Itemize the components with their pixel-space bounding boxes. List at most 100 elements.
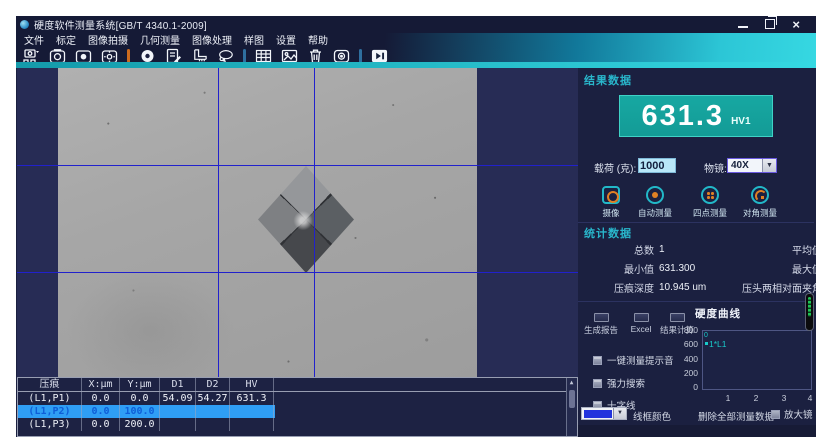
stat-label: 最小值 xyxy=(624,265,654,276)
menu-item-image-capture[interactable]: 图像拍摄 xyxy=(88,36,128,47)
magnifier-toggle[interactable]: 放大镜 xyxy=(771,407,813,421)
toolbar-separator xyxy=(127,48,130,63)
report-label: 生成报告 xyxy=(583,325,618,335)
app-logo-icon xyxy=(20,20,29,29)
right-panel: 结果数据 631.3 HV1 载荷 (克): 物镜: 40X ▼ 摄像 自动测量… xyxy=(578,68,816,437)
magnifier-icon xyxy=(771,409,780,419)
col-header: X:μm xyxy=(82,378,120,391)
scroll-thumb[interactable] xyxy=(568,390,575,408)
data-point-superscript: 0 xyxy=(704,332,708,339)
camera-button[interactable]: 摄像 xyxy=(589,186,633,219)
x-tick: 3 xyxy=(781,393,787,403)
chart-title: 硬度曲线 xyxy=(695,308,741,320)
line-color-select[interactable]: ▼ xyxy=(581,407,627,420)
focus-level-indicator xyxy=(805,293,814,331)
maximize-button[interactable] xyxy=(765,16,778,31)
cell xyxy=(230,418,274,431)
hardness-value: 631.3 xyxy=(641,100,725,132)
chevron-down-icon[interactable]: ▼ xyxy=(762,159,776,172)
cell: 100.0 xyxy=(120,405,160,418)
stat-label: 平均值 xyxy=(792,246,816,257)
camera-square-icon xyxy=(602,186,620,204)
magnifier-label: 放大镜 xyxy=(784,410,813,421)
menu-item-geometry-measure[interactable]: 几何测量 xyxy=(140,36,180,47)
diagonal-measure-button[interactable]: 对角测量 xyxy=(738,186,782,219)
cell: 0.0 xyxy=(82,405,120,418)
four-point-label: 四点测量 xyxy=(692,208,727,218)
generate-report-button[interactable]: 生成报告 xyxy=(582,313,620,336)
stat-label: 压头两相对面夹角 xyxy=(742,284,816,295)
window-controls: × xyxy=(738,16,816,31)
measure-line-vertical-left[interactable] xyxy=(218,68,219,377)
x-tick: 4 xyxy=(807,393,813,403)
toolbar-separator xyxy=(359,48,362,63)
power-search-label: 强力搜索 xyxy=(607,379,646,390)
beep-checkbox[interactable]: 一键测量提示音 xyxy=(593,353,674,367)
measure-line-horizontal-bottom[interactable] xyxy=(17,272,578,273)
cell: (L1,P3) xyxy=(18,418,82,431)
measure-line-vertical-right[interactable] xyxy=(314,68,315,377)
scroll-up-icon[interactable]: ▲ xyxy=(568,379,575,386)
report-icon xyxy=(593,313,609,322)
col-header: D1 xyxy=(160,378,196,391)
window-title: 硬度软件测量系统[GB/T 4340.1-2009] xyxy=(34,21,207,32)
cell: (L1,P1) xyxy=(18,392,82,405)
objective-select[interactable]: 40X ▼ xyxy=(727,158,777,173)
power-search-checkbox[interactable]: 强力搜索 xyxy=(593,376,645,390)
four-point-measure-button[interactable]: 四点测量 xyxy=(688,186,732,219)
y-tick: 0 xyxy=(693,382,698,392)
menu-bar: 文件 标定 图像拍摄 几何测量 图像处理 样图 设置 帮助 xyxy=(16,33,816,47)
chevron-down-icon[interactable]: ▼ xyxy=(613,408,626,419)
table-row[interactable]: (L1,P2) 0.0 100.0 xyxy=(18,405,275,418)
cell: 0.0 xyxy=(82,392,120,405)
load-label: 载荷 (克): xyxy=(594,164,637,175)
screenshot-canvas: 硬度软件测量系统[GB/T 4340.1-2009] × 文件 标定 图像拍摄 … xyxy=(0,0,829,447)
auto-measure-button[interactable]: 自动测量 xyxy=(633,186,677,219)
y-tick: 800 xyxy=(683,325,698,335)
col-header: HV xyxy=(230,378,274,391)
table-header-row: 压痕 X:μm Y:μm D1 D2 HV xyxy=(18,378,566,392)
checkbox-icon xyxy=(593,355,602,365)
stat-label: 压痕深度 xyxy=(614,284,654,295)
cell: 200.0 xyxy=(120,418,160,431)
indentation-table[interactable]: 压痕 X:μm Y:μm D1 D2 HV (L1,P1) 0.0 0.0 54… xyxy=(17,377,578,437)
menu-item-settings[interactable]: 设置 xyxy=(276,36,296,47)
cell: 631.3 xyxy=(230,392,274,405)
stats-grid: 总数 1 平均值 631.300 最小值 631.300 最大值 631.300… xyxy=(584,240,816,297)
menu-item-sample[interactable]: 样图 xyxy=(244,36,264,47)
close-button[interactable]: × xyxy=(792,18,800,31)
stat-value: 10.945 um xyxy=(659,282,707,293)
cell xyxy=(160,405,196,418)
x-tick: 1 xyxy=(725,393,731,403)
stat-label: 最大值 xyxy=(792,265,816,276)
objective-value: 40X xyxy=(731,160,749,171)
table-row[interactable]: (L1,P3) 0.0 200.0 xyxy=(18,418,275,431)
cell xyxy=(196,405,230,418)
excel-label: Excel xyxy=(630,324,652,334)
delete-all-data-button[interactable]: 删除全部测量数据 xyxy=(698,409,774,423)
table-row[interactable]: (L1,P1) 0.0 0.0 54.09 54.27 631.3 xyxy=(18,392,275,405)
col-header: D2 xyxy=(196,378,230,391)
cell: (L1,P2) xyxy=(18,405,82,418)
focus-level-segments xyxy=(808,297,811,317)
diagonal-measure-label: 对角测量 xyxy=(742,208,777,218)
objective-label: 物镜: xyxy=(704,164,727,175)
load-input[interactable] xyxy=(638,158,676,173)
measure-line-horizontal-top[interactable] xyxy=(17,165,578,166)
auto-measure-icon xyxy=(646,186,664,204)
title-bar: 硬度软件测量系统[GB/T 4340.1-2009] × xyxy=(16,16,816,33)
excel-export-button[interactable]: Excel xyxy=(622,313,660,334)
table-scrollbar[interactable]: ▲ xyxy=(566,378,577,436)
menu-item-file[interactable]: 文件 xyxy=(24,36,44,47)
menu-item-image-process[interactable]: 图像处理 xyxy=(192,36,232,47)
calc-icon xyxy=(669,313,685,322)
menu-item-help[interactable]: 帮助 xyxy=(308,36,328,47)
app-window: 硬度软件测量系统[GB/T 4340.1-2009] × 文件 标定 图像拍摄 … xyxy=(16,16,816,437)
microscope-viewport[interactable] xyxy=(17,68,578,377)
divider xyxy=(578,301,814,302)
cell: 54.09 xyxy=(160,392,196,405)
four-point-icon xyxy=(701,186,719,204)
cell: 0.0 xyxy=(120,392,160,405)
menu-item-calibration[interactable]: 标定 xyxy=(56,36,76,47)
minimize-button[interactable] xyxy=(738,20,749,30)
